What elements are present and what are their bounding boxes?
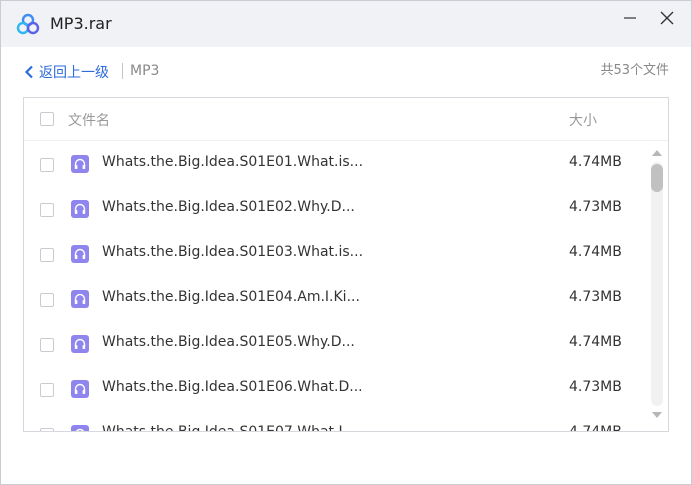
table-row[interactable]: Whats.the.Big.Idea.S01E03.What.is... 4.7… <box>24 231 650 276</box>
audio-file-icon <box>71 425 89 431</box>
close-button[interactable] <box>652 7 682 29</box>
file-size: 4.74MB <box>569 334 622 350</box>
audio-file-icon <box>71 380 89 398</box>
audio-file-icon <box>71 155 89 173</box>
row-checkbox[interactable] <box>40 428 54 431</box>
scroll-down-arrow-icon[interactable] <box>651 410 663 420</box>
file-count: 共53个文件 <box>600 63 669 78</box>
window-title: MP3.rar <box>50 14 112 33</box>
row-checkbox[interactable] <box>40 293 54 307</box>
row-checkbox[interactable] <box>40 203 54 217</box>
audio-file-icon <box>71 200 89 218</box>
file-size: 4.73MB <box>569 289 622 305</box>
close-icon <box>660 11 674 25</box>
minimize-button[interactable] <box>615 7 645 29</box>
row-checkbox[interactable] <box>40 338 54 352</box>
breadcrumb-separator <box>122 63 123 79</box>
minimize-icon <box>624 17 636 19</box>
file-list: 文件名 大小 Whats.the.Big.Idea.S01E01.What.is… <box>23 97 669 432</box>
back-button[interactable]: 返回上一级 <box>23 62 109 82</box>
scrollbar-track[interactable] <box>651 162 663 406</box>
file-name[interactable]: Whats.the.Big.Idea.S01E06.What.D... <box>102 377 363 397</box>
breadcrumb-current-folder: MP3 <box>130 63 160 79</box>
scrollbar-thumb[interactable] <box>651 164 663 192</box>
table-row[interactable]: Whats.the.Big.Idea.S01E05.Why.D... 4.74M… <box>24 321 650 366</box>
column-header-name[interactable]: 文件名 <box>68 110 110 130</box>
file-name[interactable]: Whats.the.Big.Idea.S01E05.Why.D... <box>102 332 355 352</box>
file-size: 4.74MB <box>569 424 622 432</box>
table-row[interactable]: Whats.the.Big.Idea.S01E04.Am.I.Ki... 4.7… <box>24 276 650 321</box>
audio-file-icon <box>71 335 89 353</box>
file-size: 4.74MB <box>569 244 622 260</box>
audio-file-icon <box>71 290 89 308</box>
table-row[interactable]: Whats.the.Big.Idea.S01E02.Why.D... 4.73M… <box>24 186 650 231</box>
chevron-left-icon <box>24 65 33 79</box>
audio-file-icon <box>71 245 89 263</box>
file-name[interactable]: Whats.the.Big.Idea.S01E03.What.is... <box>102 242 363 262</box>
file-size: 4.73MB <box>569 199 622 215</box>
table-row[interactable]: Whats.the.Big.Idea.S01E06.What.D... 4.73… <box>24 366 650 411</box>
file-size: 4.73MB <box>569 379 622 395</box>
file-name[interactable]: Whats.the.Big.Idea.S01E01.What.is... <box>102 152 363 172</box>
file-rows: Whats.the.Big.Idea.S01E01.What.is... 4.7… <box>24 141 650 432</box>
file-name[interactable]: Whats.the.Big.Idea.S01E07.What.I... <box>102 422 356 431</box>
breadcrumb: 返回上一级 MP3 共53个文件 <box>1 59 691 85</box>
table-row[interactable]: Whats.the.Big.Idea.S01E07.What.I... 4.74… <box>24 411 650 432</box>
app-logo-icon <box>16 13 40 35</box>
row-checkbox[interactable] <box>40 248 54 262</box>
column-header-size[interactable]: 大小 <box>569 110 597 130</box>
row-checkbox[interactable] <box>40 383 54 397</box>
file-size: 4.74MB <box>569 154 622 170</box>
file-name[interactable]: Whats.the.Big.Idea.S01E04.Am.I.Ki... <box>102 287 360 307</box>
back-label: 返回上一级 <box>39 65 109 81</box>
title-bar: MP3.rar <box>1 1 691 47</box>
table-row[interactable]: Whats.the.Big.Idea.S01E01.What.is... 4.7… <box>24 141 650 186</box>
archive-window: MP3.rar 返回上一级 MP3 共53个文件 文件名 大小 Whats.th… <box>0 0 692 485</box>
list-header: 文件名 大小 <box>24 98 668 141</box>
scroll-up-arrow-icon[interactable] <box>651 148 663 158</box>
select-all-checkbox[interactable] <box>40 112 54 126</box>
row-checkbox[interactable] <box>40 158 54 172</box>
file-name[interactable]: Whats.the.Big.Idea.S01E02.Why.D... <box>102 197 355 217</box>
